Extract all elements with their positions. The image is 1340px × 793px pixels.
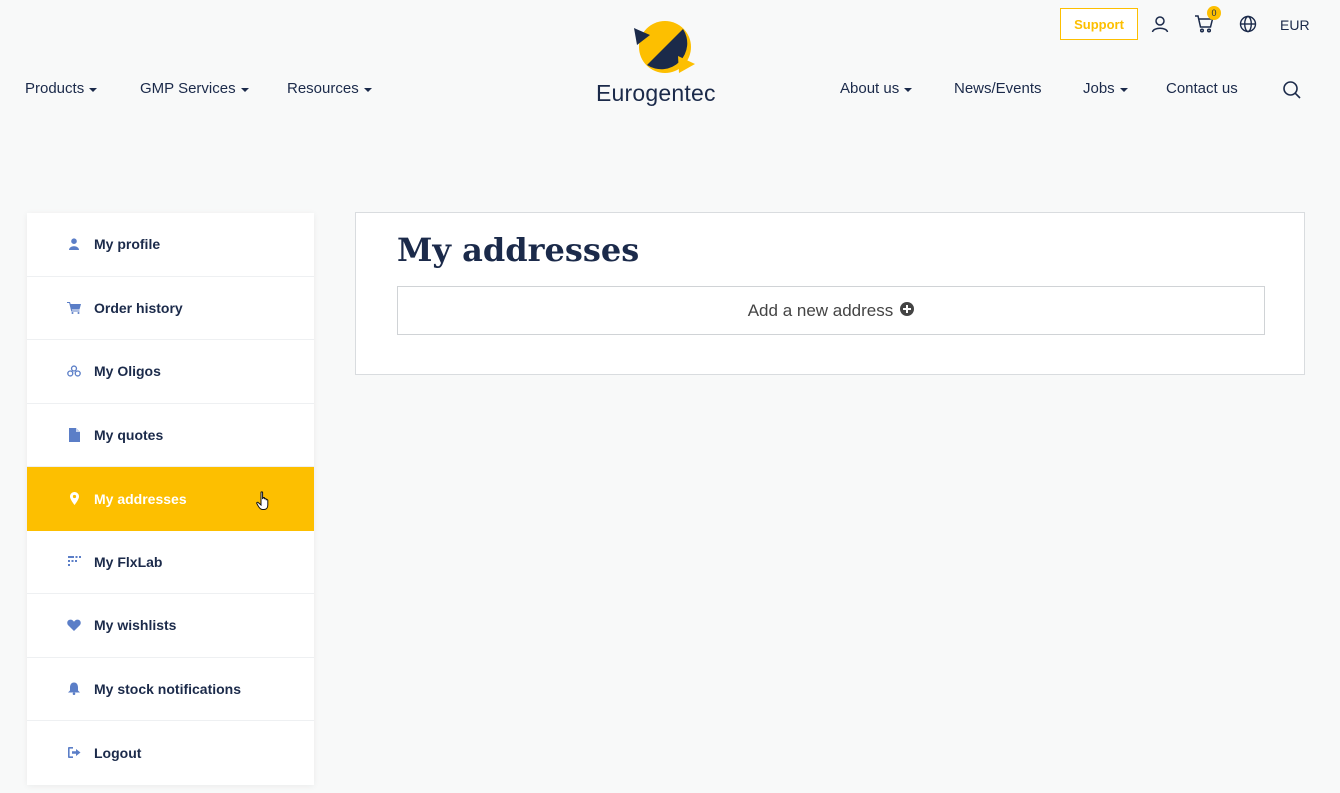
nav-news-events[interactable]: News/Events (954, 80, 1042, 97)
cart-button[interactable]: 0 (1192, 6, 1221, 36)
nav-products-label: Products (25, 80, 85, 97)
sidebar-item-label: My Oligos (94, 363, 161, 380)
sidebar-item-order-history[interactable]: Order history (27, 277, 314, 340)
currency-selector[interactable]: EUR (1280, 17, 1310, 33)
sidebar-item-label: My wishlists (94, 617, 177, 634)
addresses-panel: My addresses Add a new address (355, 212, 1305, 375)
globe-icon[interactable] (1236, 12, 1260, 36)
account-icon[interactable] (1148, 12, 1172, 36)
caret-down-icon (240, 87, 249, 92)
page-title: My addresses (397, 231, 640, 269)
sidebar-item-my-flxlab[interactable]: My FlxLab (27, 531, 314, 594)
search-icon (1283, 81, 1301, 99)
sidebar-item-my-addresses[interactable]: My addresses (27, 467, 314, 531)
sidebar-item-logout[interactable]: Logout (27, 721, 314, 785)
sidebar-item-label: My stock notifications (94, 680, 242, 697)
nav-about-us-label: About us (840, 80, 900, 97)
nav-products[interactable]: Products (25, 80, 98, 97)
sidebar-item-label: My addresses (94, 490, 187, 507)
add-address-label: Add a new address (747, 300, 894, 320)
add-new-address-button[interactable]: Add a new address (397, 286, 1265, 335)
sidebar-item-my-wishlists[interactable]: My wishlists (27, 594, 314, 658)
nav-resources[interactable]: Resources (287, 80, 372, 97)
sidebar-item-my-profile[interactable]: My profile (27, 213, 314, 277)
nav-gmp-services[interactable]: GMP Services (140, 80, 249, 97)
hand-pointer-icon (256, 491, 272, 514)
user-icon (67, 237, 81, 251)
nav-resources-label: Resources (287, 80, 359, 97)
sidebar-item-label: My profile (94, 236, 161, 253)
sidebar-item-label: My quotes (94, 426, 164, 443)
search-button[interactable] (1282, 80, 1304, 102)
sidebar-item-my-oligos[interactable]: My Oligos (27, 340, 314, 404)
nav-jobs[interactable]: Jobs (1083, 80, 1128, 97)
nav-contact-us-label: Contact us (1166, 80, 1238, 97)
account-sidebar: My profile Order history My Oligos My qu… (27, 213, 314, 785)
nav-news-events-label: News/Events (954, 80, 1042, 97)
support-button[interactable]: Support (1060, 8, 1138, 40)
brand-name: Eurogentec (596, 80, 716, 106)
sidebar-item-my-stock-notifications[interactable]: My stock notifications (27, 658, 314, 721)
sidebar-item-label: Logout (94, 744, 142, 761)
oligos-icon (67, 364, 81, 378)
sidebar-item-label: My FlxLab (94, 553, 163, 570)
nav-about-us[interactable]: About us (840, 80, 913, 97)
bell-icon (67, 682, 81, 696)
sidebar-item-my-quotes[interactable]: My quotes (27, 404, 314, 467)
sidebar-item-label: Order history (94, 299, 183, 316)
nav-jobs-label: Jobs (1083, 80, 1115, 97)
document-icon (67, 427, 81, 442)
caret-down-icon (904, 87, 913, 92)
caret-down-icon (89, 87, 98, 92)
nav-gmp-services-label: GMP Services (140, 80, 236, 97)
plus-circle-icon (900, 301, 915, 321)
caret-down-icon (1119, 87, 1128, 92)
flxlab-icon (67, 555, 81, 569)
caret-down-icon (363, 87, 372, 92)
nav-contact-us[interactable]: Contact us (1166, 80, 1238, 97)
logout-icon (67, 746, 81, 760)
cart-icon (67, 301, 81, 315)
eurogentec-logo[interactable]: Eurogentec (596, 18, 736, 110)
map-pin-icon (67, 492, 81, 506)
logo-mark-icon (634, 21, 695, 73)
heart-icon (67, 618, 81, 632)
cart-count-badge: 0 (1207, 6, 1221, 20)
